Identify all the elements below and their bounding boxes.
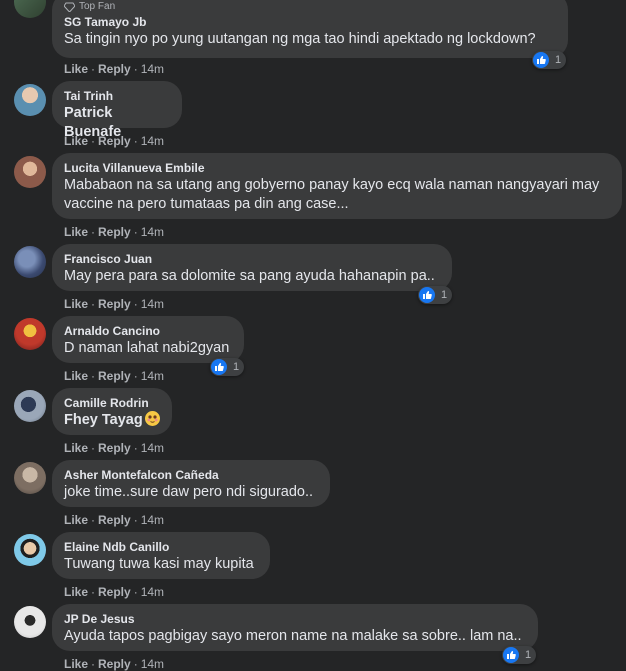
comment-bubble: Arnaldo Cancino D naman lahat nabi2gyan (52, 316, 244, 363)
comment-text: Sa tingin nyo po yung uutangan ng mga ta… (64, 31, 536, 47)
reply-link[interactable]: Reply (98, 513, 131, 527)
timestamp[interactable]: 14m (141, 297, 164, 311)
avatar[interactable] (14, 462, 46, 494)
comment-actions: Like · Reply · 14m (64, 297, 165, 311)
timestamp[interactable]: 14m (141, 225, 164, 239)
comment-text-line: vaccine na pero tumataas pa din ang case… (64, 196, 349, 212)
like-link[interactable]: Like (64, 657, 88, 671)
timestamp[interactable]: 14m (141, 134, 164, 148)
like-link[interactable]: Like (64, 297, 88, 311)
comment-text-line: Mababaon na sa utang ang gobyerno panay … (64, 177, 600, 193)
comment-bubble: Elaine Ndb Canillo Tuwang tuwa kasi may … (52, 532, 270, 579)
comment-text: joke time..sure daw pero ndi sigurado.. (64, 484, 314, 500)
timestamp[interactable]: 14m (141, 657, 164, 671)
reply-link[interactable]: Reply (98, 225, 131, 239)
comment-actions: Like · Reply · 14m (64, 657, 165, 671)
avatar[interactable] (14, 84, 46, 116)
comment-author[interactable]: SG Tamayo Jb (64, 14, 556, 30)
thumbs-up-icon (419, 287, 435, 303)
thumbs-up-icon (533, 52, 549, 68)
reply-link[interactable]: Reply (98, 441, 131, 455)
comment-text: May pera para sa dolomite sa pang ayuda … (64, 268, 435, 284)
timestamp[interactable]: 14m (141, 62, 164, 76)
smiling-face-emoji-icon (144, 411, 160, 426)
comment-actions: Like · Reply · 14m (64, 441, 165, 455)
reply-link[interactable]: Reply (98, 62, 131, 76)
comment-author[interactable]: Asher Montefalcon Cañeda (64, 467, 318, 483)
thumbs-up-icon (503, 647, 519, 663)
comment-actions: Like · Reply · 14m (64, 369, 165, 383)
like-link[interactable]: Like (64, 441, 88, 455)
avatar[interactable] (14, 156, 46, 188)
avatar[interactable] (14, 246, 46, 278)
avatar[interactable] (14, 606, 46, 638)
like-link[interactable]: Like (64, 134, 88, 148)
like-link[interactable]: Like (64, 585, 88, 599)
comment-actions: Like · Reply · 14m (64, 225, 165, 239)
avatar[interactable] (14, 390, 46, 422)
reply-link[interactable]: Reply (98, 585, 131, 599)
timestamp[interactable]: 14m (141, 513, 164, 527)
reply-link[interactable]: Reply (98, 134, 131, 148)
like-link[interactable]: Like (64, 513, 88, 527)
comment-author[interactable]: Elaine Ndb Canillo (64, 539, 258, 555)
comment-actions: Like · Reply · 14m (64, 134, 165, 148)
timestamp[interactable]: 14m (141, 369, 164, 383)
reaction-count[interactable]: 1 (210, 358, 245, 376)
comment-bubble: Lucita Villanueva Embile Mababaon na sa … (52, 153, 622, 219)
thumbs-up-icon (211, 359, 227, 375)
reply-link[interactable]: Reply (98, 369, 131, 383)
comment-author[interactable]: Lucita Villanueva Embile (64, 160, 610, 176)
timestamp[interactable]: 14m (141, 585, 164, 599)
comment-text: D naman lahat nabi2gyan (64, 340, 230, 356)
comment-bubble: Camille Rodrin Fhey Tayag (52, 388, 172, 435)
reaction-count[interactable]: 1 (502, 646, 537, 664)
comment-author[interactable]: JP De Jesus (64, 611, 526, 627)
comment-author[interactable]: Camille Rodrin (64, 395, 160, 411)
comment-actions: Like · Reply · 14m (64, 62, 165, 76)
avatar[interactable] (14, 318, 46, 350)
reply-link[interactable]: Reply (98, 297, 131, 311)
like-link[interactable]: Like (64, 225, 88, 239)
reaction-count[interactable]: 1 (532, 51, 567, 69)
reply-link[interactable]: Reply (98, 657, 131, 671)
avatar[interactable] (14, 0, 46, 18)
comment-actions: Like · Reply · 14m (64, 585, 165, 599)
timestamp[interactable]: 14m (141, 441, 164, 455)
tagged-name[interactable]: Fhey Tayag (64, 411, 160, 430)
comment-text: Ayuda tapos pagbigay sayo meron name na … (64, 628, 522, 644)
comment-bubble: Top Fan SG Tamayo Jb Sa tingin nyo po yu… (52, 0, 568, 58)
like-link[interactable]: Like (64, 62, 88, 76)
comment-bubble: Tai Trinh Patrick Buenafe (52, 81, 182, 140)
diamond-icon (64, 2, 75, 12)
reaction-count[interactable]: 1 (418, 286, 453, 304)
top-fan-badge: Top Fan (64, 1, 556, 12)
comment-author[interactable]: Arnaldo Cancino (64, 323, 232, 339)
comment-author[interactable]: Francisco Juan (64, 251, 440, 267)
comment-actions: Like · Reply · 14m (64, 513, 165, 527)
like-link[interactable]: Like (64, 369, 88, 383)
avatar[interactable] (14, 534, 46, 566)
comment-bubble: Asher Montefalcon Cañeda joke time..sure… (52, 460, 330, 507)
comment-text: Tuwang tuwa kasi may kupita (64, 556, 254, 572)
comment-bubble: Francisco Juan May pera para sa dolomite… (52, 244, 452, 291)
comment-bubble: JP De Jesus Ayuda tapos pagbigay sayo me… (52, 604, 538, 651)
comment-author[interactable]: Tai Trinh (64, 88, 170, 104)
